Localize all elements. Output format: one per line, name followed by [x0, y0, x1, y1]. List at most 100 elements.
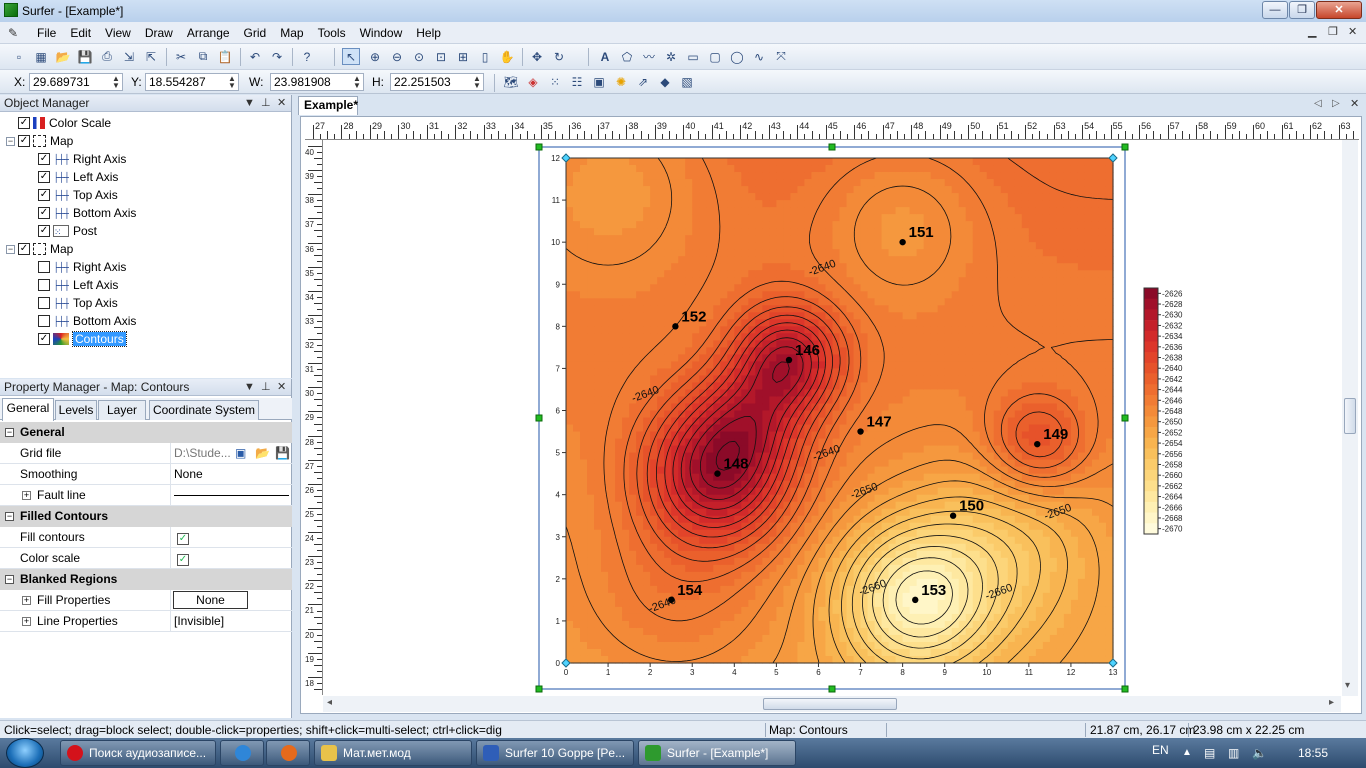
- prop-fault-line[interactable]: + Fault line: [0, 485, 292, 506]
- panel-pin-icon[interactable]: ⊥: [261, 379, 271, 395]
- tree-item-left-axis[interactable]: ├┼┼┼┤Left Axis: [38, 276, 118, 294]
- visibility-checkbox[interactable]: [38, 279, 50, 291]
- tree-item-map[interactable]: − ✓ Map: [6, 132, 73, 150]
- document-tab-example[interactable]: Example*: [298, 96, 358, 115]
- expand-icon[interactable]: +: [22, 596, 31, 605]
- collapse-icon[interactable]: −: [5, 428, 14, 437]
- panel-menu-icon[interactable]: ▼: [244, 95, 255, 111]
- expand-icon[interactable]: +: [22, 491, 31, 500]
- category-general[interactable]: − General: [0, 422, 292, 443]
- polyline-tool-icon[interactable]: 〰: [640, 48, 658, 65]
- tree-item-bottom-axis[interactable]: ✓├┼┼┼┤Bottom Axis: [38, 204, 136, 222]
- tree-item-post[interactable]: ✓ ⁙ Post: [38, 222, 97, 240]
- trackball-icon[interactable]: ✥: [528, 48, 546, 65]
- rounded-rectangle-tool-icon[interactable]: ▢: [706, 48, 724, 65]
- panel-close-icon[interactable]: ✕: [277, 379, 286, 395]
- visibility-checkbox[interactable]: ✓: [38, 225, 50, 237]
- menu-edit[interactable]: Edit: [63, 25, 98, 41]
- h-spin-icon[interactable]: ▲ ▼: [472, 75, 482, 90]
- zoom-actual-icon[interactable]: ▯: [476, 48, 494, 65]
- expand-icon[interactable]: +: [22, 617, 31, 626]
- menu-map[interactable]: Map: [273, 25, 310, 41]
- visibility-checkbox[interactable]: ✓: [38, 171, 50, 183]
- contour-map-icon[interactable]: ◈: [524, 73, 542, 90]
- zoom-in-icon[interactable]: ⊕: [366, 48, 384, 65]
- zoom-fit-icon[interactable]: ⊞: [454, 48, 472, 65]
- prop-fill-contours[interactable]: Fill contours ✓: [0, 527, 292, 548]
- symbol-tool-icon[interactable]: ✲: [662, 48, 680, 65]
- surface-map-icon[interactable]: ▧: [678, 73, 696, 90]
- rotate-icon[interactable]: ↻: [550, 48, 568, 65]
- open-folder-icon[interactable]: 📂: [54, 48, 72, 65]
- vector-map-icon[interactable]: ⇗: [634, 73, 652, 90]
- fill-properties-value[interactable]: None: [173, 591, 248, 609]
- close-button[interactable]: ✕: [1316, 1, 1362, 19]
- fault-line-value[interactable]: [170, 485, 292, 505]
- reshape-tool-icon[interactable]: ⤧: [772, 48, 790, 65]
- y-spin-icon[interactable]: ▲ ▼: [227, 75, 237, 90]
- collapse-icon[interactable]: −: [5, 575, 14, 584]
- cut-icon[interactable]: ✂: [172, 48, 190, 65]
- menu-view[interactable]: View: [98, 25, 138, 41]
- new-plot-icon[interactable]: ▫: [10, 48, 28, 65]
- export-icon[interactable]: ⇱: [142, 48, 160, 65]
- classed-post-icon[interactable]: ☷: [568, 73, 586, 90]
- tree-item-left-axis[interactable]: ✓├┼┼┼┤Left Axis: [38, 168, 118, 186]
- tree-collapse-icon[interactable]: −: [6, 244, 15, 254]
- x-spin-icon[interactable]: ▲ ▼: [111, 75, 121, 90]
- pan-hand-icon[interactable]: ✋: [498, 48, 516, 65]
- save-icon[interactable]: 💾: [76, 48, 94, 65]
- category-blanked-regions[interactable]: − Blanked Regions: [0, 569, 292, 590]
- document-menu-icon[interactable]: ✎: [8, 26, 24, 40]
- paste-icon[interactable]: 📋: [216, 48, 234, 65]
- visibility-checkbox[interactable]: ✓: [18, 117, 30, 129]
- prop-grid-file[interactable]: Grid file D:\Stude... ▣ 📂 💾: [0, 443, 292, 464]
- open-grid-icon[interactable]: 📂: [255, 443, 270, 463]
- print-icon[interactable]: ⎙: [98, 48, 116, 65]
- visibility-checkbox[interactable]: ✓: [38, 153, 50, 165]
- visibility-checkbox[interactable]: [38, 315, 50, 327]
- mdi-close-icon[interactable]: ✕: [1348, 25, 1357, 38]
- spline-tool-icon[interactable]: ∿: [750, 48, 768, 65]
- undo-icon[interactable]: ↶: [246, 48, 264, 65]
- menu-draw[interactable]: Draw: [138, 25, 180, 41]
- line-properties-value[interactable]: [Invisible]: [170, 611, 292, 631]
- ellipse-tool-icon[interactable]: ◯: [728, 48, 746, 65]
- category-filled-contours[interactable]: − Filled Contours: [0, 506, 292, 527]
- select-arrow-icon[interactable]: ↖: [342, 48, 360, 65]
- grid-info-icon[interactable]: ▣: [235, 443, 246, 463]
- fill-contours-checkbox[interactable]: ✓: [177, 533, 189, 545]
- visibility-checkbox[interactable]: ✓: [38, 333, 50, 345]
- text-tool-icon[interactable]: A: [596, 48, 614, 65]
- tree-item-top-axis[interactable]: ✓├┼┼┼┤Top Axis: [38, 186, 118, 204]
- x-position-field[interactable]: 29.689731 ▲ ▼: [29, 73, 123, 91]
- tab-levels[interactable]: Levels: [55, 400, 97, 420]
- panel-close-icon[interactable]: ✕: [277, 95, 286, 111]
- zoom-page-icon[interactable]: ⊡: [432, 48, 450, 65]
- wireframe-icon[interactable]: ◆: [656, 73, 674, 90]
- tree-item-right-axis[interactable]: ├┼┼┼┤Right Axis: [38, 258, 126, 276]
- prop-line-properties[interactable]: + Line Properties [Invisible]: [0, 611, 292, 632]
- prop-smoothing[interactable]: Smoothing None: [0, 464, 292, 485]
- tab-general[interactable]: General: [2, 398, 54, 421]
- minimize-button[interactable]: —: [1262, 1, 1288, 19]
- visibility-checkbox[interactable]: ✓: [38, 189, 50, 201]
- mdi-restore-icon[interactable]: ❐: [1328, 25, 1338, 38]
- smoothing-value[interactable]: None: [170, 464, 292, 484]
- prop-fill-properties[interactable]: + Fill Properties None: [0, 590, 292, 611]
- tab-layer[interactable]: Layer: [98, 400, 146, 420]
- visibility-checkbox[interactable]: [38, 261, 50, 273]
- plot-canvas[interactable]: 0 1 2 3 4 5 6 7 8 9 10 11 12 130123456789101112-2640-…: [324, 140, 1342, 696]
- color-scale-checkbox[interactable]: ✓: [177, 554, 189, 566]
- tab-scroll-right-icon[interactable]: ▷: [1332, 98, 1340, 109]
- menu-tools[interactable]: Tools: [311, 25, 353, 41]
- visibility-checkbox[interactable]: [38, 297, 50, 309]
- menu-help[interactable]: Help: [409, 25, 448, 41]
- tree-item-contours[interactable]: ✓ Contours: [38, 330, 127, 348]
- y-position-field[interactable]: 18.554287 ▲ ▼: [145, 73, 239, 91]
- post-map-icon[interactable]: ⁙: [546, 73, 564, 90]
- rectangle-tool-icon[interactable]: ▭: [684, 48, 702, 65]
- panel-menu-icon[interactable]: ▼: [244, 379, 255, 395]
- document-close-icon[interactable]: ✕: [1350, 97, 1359, 110]
- tree-collapse-icon[interactable]: −: [6, 136, 15, 146]
